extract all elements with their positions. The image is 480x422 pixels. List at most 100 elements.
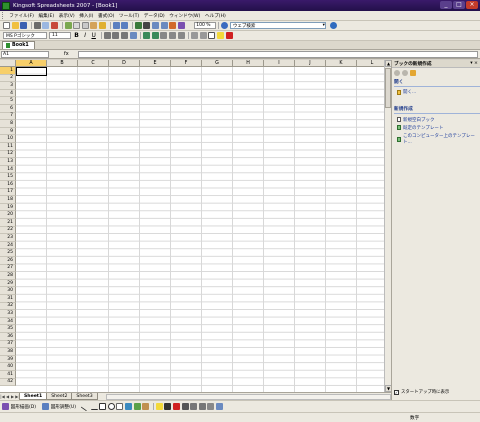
row-header-4[interactable]: 4 xyxy=(0,89,16,98)
row-header-38[interactable]: 38 xyxy=(0,348,16,356)
row-header-14[interactable]: 14 xyxy=(0,165,16,174)
row-header-37[interactable]: 37 xyxy=(0,340,16,349)
back-icon[interactable] xyxy=(394,69,400,76)
default-template-link[interactable]: 既定のテンプレート xyxy=(392,124,480,132)
minimize-button[interactable]: _ xyxy=(440,1,452,9)
sheet-tab-sheet3[interactable]: Sheet3 xyxy=(71,393,98,400)
decrease-indent-icon[interactable] xyxy=(191,32,199,39)
rectangle-icon[interactable] xyxy=(99,403,107,410)
row-header-6[interactable]: 6 xyxy=(0,105,16,113)
row-header-31[interactable]: 31 xyxy=(0,295,16,303)
line-style-icon[interactable] xyxy=(181,403,189,410)
menu-view[interactable]: 表示(V) xyxy=(56,13,77,19)
row-header-24[interactable]: 24 xyxy=(0,241,16,250)
row-header-42[interactable]: 42 xyxy=(0,378,16,387)
column-header-j[interactable]: J xyxy=(295,60,326,67)
percent-icon[interactable] xyxy=(151,32,159,39)
row-header-40[interactable]: 40 xyxy=(0,363,16,371)
row-header-27[interactable]: 27 xyxy=(0,264,16,273)
row-header-9[interactable]: 9 xyxy=(0,127,16,136)
arrow-icon[interactable] xyxy=(90,403,98,410)
pdf-icon[interactable] xyxy=(50,22,58,29)
chart-icon[interactable] xyxy=(169,22,177,29)
italic-button[interactable]: I xyxy=(82,32,89,39)
row-header-34[interactable]: 34 xyxy=(0,317,16,326)
menu-edit[interactable]: 編集(E) xyxy=(36,13,56,19)
row-header-2[interactable]: 2 xyxy=(0,74,16,83)
column-header-g[interactable]: G xyxy=(202,60,233,67)
copy-icon[interactable] xyxy=(81,22,89,29)
show-at-startup-option[interactable]: ✓ スタートアップ時に表示 xyxy=(394,389,449,395)
close-button[interactable]: × xyxy=(466,1,478,9)
wordart-icon[interactable] xyxy=(124,403,132,410)
draw-menu-icon[interactable] xyxy=(2,403,9,410)
dash-style-icon[interactable] xyxy=(190,403,198,410)
menu-tools[interactable]: ツール(T) xyxy=(117,13,142,19)
column-header-b[interactable]: B xyxy=(47,60,78,67)
row-header-13[interactable]: 13 xyxy=(0,158,16,166)
column-header-h[interactable]: H xyxy=(233,60,264,67)
column-header-l[interactable]: L xyxy=(357,60,384,67)
increase-decimal-icon[interactable] xyxy=(168,32,176,39)
picture-icon[interactable] xyxy=(142,403,150,410)
close-icon[interactable]: ▾ × xyxy=(470,61,478,66)
local-templates-link[interactable]: このコンピューター上のテンプレート... xyxy=(392,132,480,146)
format-painter-icon[interactable] xyxy=(98,22,106,29)
column-header-k[interactable]: K xyxy=(326,60,357,67)
autoshape-menu-button[interactable]: 図形調整(U) xyxy=(51,404,76,410)
row-header-39[interactable]: 39 xyxy=(0,355,16,364)
row-header-10[interactable]: 10 xyxy=(0,135,16,143)
autosum-icon[interactable] xyxy=(143,22,151,29)
shadow-icon[interactable] xyxy=(207,403,215,410)
align-right-icon[interactable] xyxy=(120,32,128,39)
row-header-29[interactable]: 29 xyxy=(0,279,16,288)
sheet-tab-sheet2[interactable]: Sheet2 xyxy=(46,393,73,400)
align-left-icon[interactable] xyxy=(103,32,111,39)
spreadsheet-grid[interactable]: A B C D E F G H I J K L 1 2 3 4 5 6 7 8 9 10 11 12 13 14 15 16 17 18 1… xyxy=(0,60,384,392)
tab-book1[interactable]: Book1 xyxy=(2,41,35,49)
row-header-12[interactable]: 12 xyxy=(0,150,16,159)
hyperlink-icon[interactable] xyxy=(134,22,142,29)
cut-icon[interactable] xyxy=(73,22,81,29)
select-objects-icon[interactable] xyxy=(42,403,50,410)
font-color-icon[interactable] xyxy=(225,32,233,39)
menu-file[interactable]: ファイル(F) xyxy=(7,13,36,19)
row-header-15[interactable]: 15 xyxy=(0,173,16,181)
new-blank-workbook-link[interactable]: 新規空白ブック xyxy=(392,115,480,123)
decrease-decimal-icon[interactable] xyxy=(177,32,185,39)
open-file-link[interactable]: 開く... xyxy=(392,88,480,96)
3d-icon[interactable] xyxy=(215,403,223,410)
fill-color-icon[interactable] xyxy=(216,32,224,39)
sort-descending-icon[interactable] xyxy=(160,22,168,29)
row-header-30[interactable]: 30 xyxy=(0,287,16,295)
active-cell-a1[interactable] xyxy=(16,67,47,76)
fill-color-icon[interactable] xyxy=(155,403,163,410)
row-header-26[interactable]: 26 xyxy=(0,257,16,265)
bold-button[interactable]: B xyxy=(73,32,80,39)
print-icon[interactable] xyxy=(33,22,41,29)
line-color-icon[interactable] xyxy=(164,403,172,410)
column-header-i[interactable]: I xyxy=(264,60,295,67)
row-header-18[interactable]: 18 xyxy=(0,196,16,204)
show-at-startup-checkbox[interactable]: ✓ xyxy=(394,389,399,395)
ellipse-icon[interactable] xyxy=(107,403,115,410)
row-header-35[interactable]: 35 xyxy=(0,325,16,333)
row-header-21[interactable]: 21 xyxy=(0,219,16,227)
redo-icon[interactable] xyxy=(121,22,129,29)
underline-button[interactable]: U xyxy=(90,32,97,39)
name-box[interactable]: A1 xyxy=(1,50,49,58)
line-icon[interactable] xyxy=(80,401,91,412)
column-header-c[interactable]: C xyxy=(78,60,109,67)
row-header-17[interactable]: 17 xyxy=(0,188,16,197)
column-header-d[interactable]: D xyxy=(109,60,140,67)
function-icon[interactable]: fx xyxy=(64,51,72,57)
menu-help[interactable]: ヘルプ(H) xyxy=(203,13,228,19)
spellcheck-icon[interactable] xyxy=(64,22,72,29)
row-header-20[interactable]: 20 xyxy=(0,211,16,219)
row-header-7[interactable]: 7 xyxy=(0,112,16,121)
save-icon[interactable] xyxy=(20,22,28,29)
home-icon[interactable] xyxy=(410,69,416,76)
font-color-icon[interactable] xyxy=(172,403,180,410)
row-header-33[interactable]: 33 xyxy=(0,310,16,318)
font-name-select[interactable]: MS Pゴシック xyxy=(3,32,47,39)
